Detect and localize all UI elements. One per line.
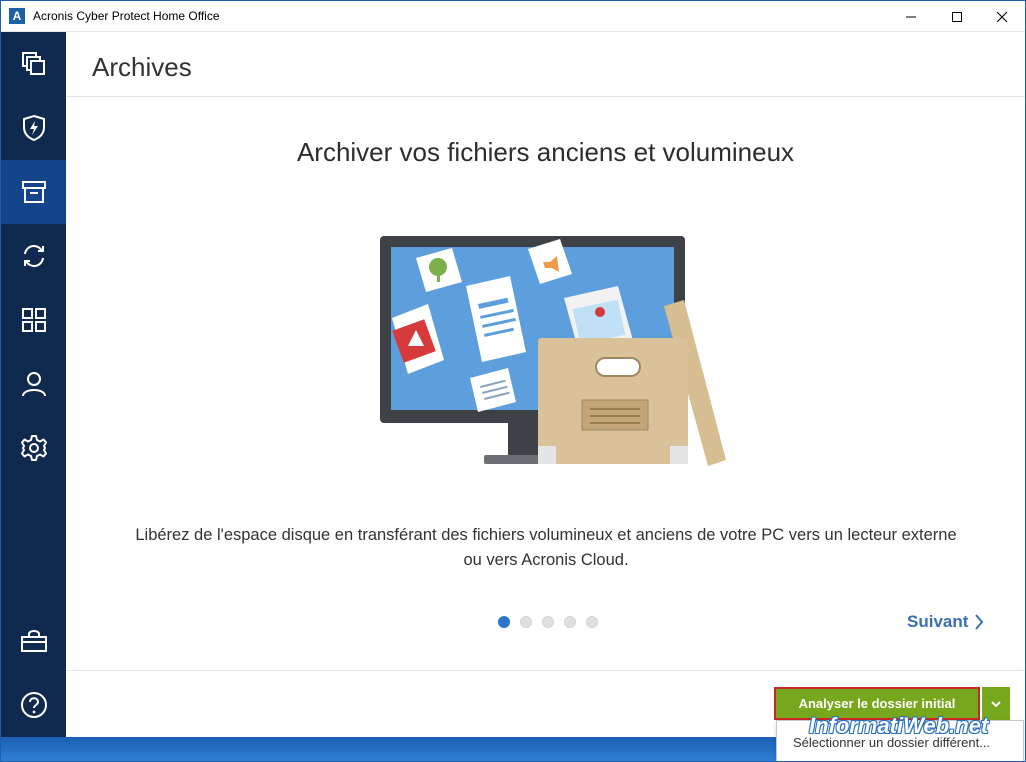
watermark: InformatiWeb.net: [809, 713, 989, 738]
account-icon: [21, 372, 46, 397]
sidebar-item-help[interactable]: [1, 673, 66, 737]
protection-shield-icon: [22, 114, 45, 142]
sidebar-item-settings[interactable]: [1, 416, 66, 480]
settings-gear-icon: [20, 435, 47, 461]
maximize-icon: [952, 11, 962, 22]
page-title: Archives: [92, 52, 192, 82]
close-button[interactable]: [979, 1, 1025, 32]
archive-icon: [21, 181, 46, 203]
backup-icon: [21, 52, 45, 75]
main-panel: Archives Archiver vos fichiers anciens e…: [66, 32, 1025, 737]
acronis-logo-icon: A: [9, 8, 25, 24]
maximize-button[interactable]: [934, 1, 980, 32]
close-icon: [996, 11, 1008, 22]
minimize-icon: [906, 16, 916, 17]
sidebar-item-account[interactable]: [1, 352, 66, 416]
feature-description: Libérez de l'espace disque en transféran…: [96, 523, 996, 573]
minimize-button[interactable]: [888, 1, 934, 32]
sync-icon: [23, 245, 44, 267]
sidebar-item-protection[interactable]: [1, 96, 66, 160]
sidebar-item-sync[interactable]: [1, 224, 66, 288]
footer-divider: [66, 670, 1025, 671]
header-divider: [66, 96, 1025, 97]
taskbar-strip: [1, 737, 776, 761]
carousel-dot-1[interactable]: [498, 616, 510, 628]
sidebar-item-tools[interactable]: [1, 288, 66, 352]
archive-box-icon: [538, 338, 688, 464]
carousel-dot-4[interactable]: [564, 616, 576, 628]
description-line-2: ou vers Acronis Cloud.: [463, 551, 629, 569]
archive-illustration: [380, 236, 726, 466]
next-link[interactable]: Suivant: [907, 612, 984, 632]
carousel-dot-2[interactable]: [520, 616, 532, 628]
carousel-dot-5[interactable]: [586, 616, 598, 628]
chevron-down-icon: [991, 700, 1001, 707]
sidebar-item-store[interactable]: [1, 609, 66, 673]
store-bag-icon: [20, 630, 47, 652]
tools-grid-icon: [21, 308, 46, 332]
title-bar: A Acronis Cyber Protect Home Office: [1, 1, 1025, 32]
feature-headline: Archiver vos fichiers anciens et volumin…: [296, 137, 795, 167]
sidebar: [1, 32, 66, 737]
carousel-indicator: [498, 616, 598, 628]
sidebar-item-backup[interactable]: [1, 32, 66, 96]
next-label: Suivant: [907, 612, 969, 631]
app-window: A Acronis Cyber Protect Home Office Arch…: [0, 0, 1026, 762]
sidebar-item-archive[interactable]: [1, 160, 66, 224]
description-line-1: Libérez de l'espace disque en transféran…: [135, 526, 957, 544]
help-icon: [20, 692, 47, 718]
carousel-dot-3[interactable]: [542, 616, 554, 628]
chevron-right-icon: [975, 614, 984, 630]
window-title: Acronis Cyber Protect Home Office: [33, 9, 220, 23]
